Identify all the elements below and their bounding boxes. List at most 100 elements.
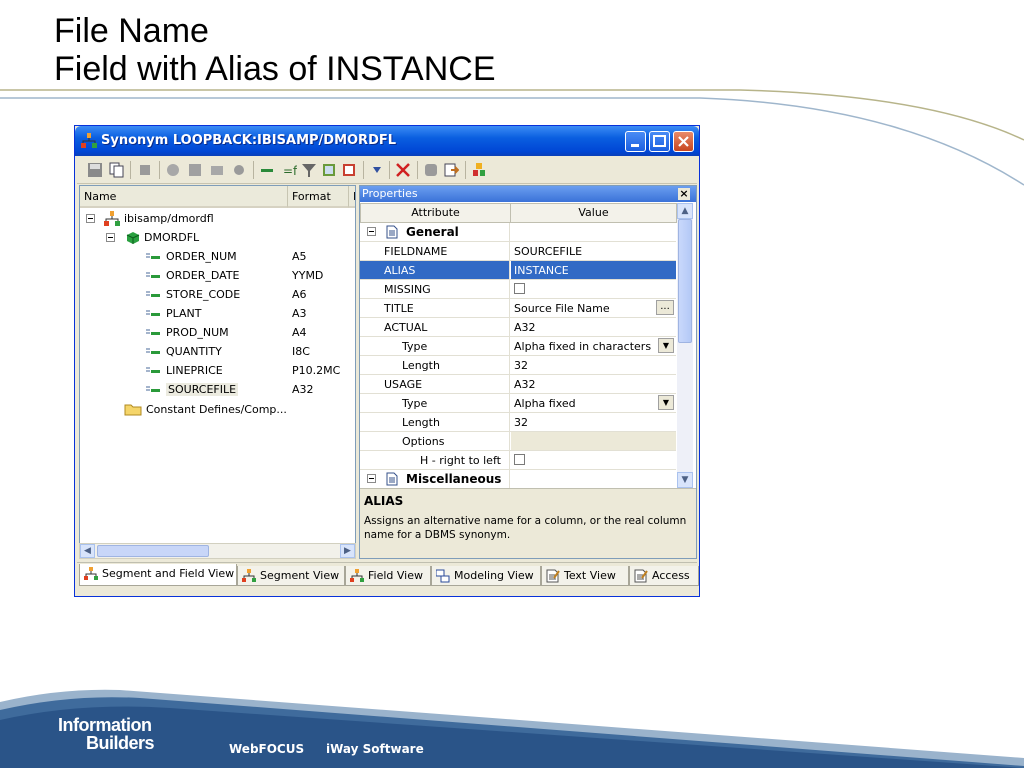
cluster-icon[interactable] [209, 162, 225, 178]
modeling-view-icon [436, 569, 450, 583]
checkbox[interactable] [514, 283, 525, 294]
property-row[interactable]: H - right to left [360, 451, 676, 470]
tree-field-row[interactable]: LINEPRICE P10.2MC [80, 361, 355, 380]
tab-label: Segment View [260, 569, 340, 582]
tree-field-row[interactable]: PLANT A3 [80, 304, 355, 323]
segment-icon[interactable] [137, 162, 153, 178]
property-row[interactable]: Type Alpha fixed in characters ▼ [360, 337, 676, 356]
tree-root[interactable]: ibisamp/dmordfl [80, 209, 355, 228]
stop-icon[interactable] [423, 162, 439, 178]
collapse-icon[interactable] [367, 474, 376, 483]
page-icon [386, 472, 398, 486]
property-row[interactable]: Type Alpha fixed ▼ [360, 394, 676, 413]
properties-close-button[interactable]: × [678, 188, 690, 200]
tree-field-row[interactable]: ORDER_NUM A5 [80, 247, 355, 266]
column-header-extra[interactable]: E [349, 186, 355, 208]
collapse-icon[interactable] [106, 233, 115, 242]
delete-icon[interactable] [395, 162, 411, 178]
dropdown-button[interactable]: ▼ [658, 395, 674, 410]
tree-field-row[interactable]: ORDER_DATE YYMD [80, 266, 355, 285]
collapse-icon[interactable] [367, 227, 376, 236]
tab-label: Field View [368, 569, 423, 582]
tab-segment-view[interactable]: Segment View [237, 566, 345, 586]
scroll-left-button[interactable]: ◀ [80, 544, 95, 558]
property-attribute: Type [402, 340, 428, 353]
tree-field-row[interactable]: PROD_NUM A4 [80, 323, 355, 342]
minimize-button[interactable] [625, 131, 646, 152]
properties-vertical-scrollbar[interactable]: ▲ ▼ [677, 203, 693, 488]
property-row[interactable]: FIELDNAME SOURCEFILE [360, 242, 676, 261]
tree-pane[interactable]: Name Format E ibisamp/dmordfl DMORDFL OR… [79, 185, 356, 559]
property-row[interactable]: Length 32 [360, 413, 676, 432]
tab-access[interactable]: Access [629, 566, 699, 586]
column-header-value[interactable]: Value [510, 203, 677, 223]
property-attribute: Length [402, 359, 440, 372]
property-description: ALIAS Assigns an alternative name for a … [360, 488, 696, 558]
cube-icon[interactable] [165, 162, 181, 178]
scroll-right-button[interactable]: ▶ [340, 544, 355, 558]
property-row[interactable]: Length 32 [360, 356, 676, 375]
property-attribute: TITLE [384, 302, 414, 315]
window-titlebar[interactable]: Synonym LOOPBACK:IBISAMP/DMORDFL [75, 126, 699, 156]
field-format: A4 [292, 326, 307, 339]
field-format: A5 [292, 250, 307, 263]
scroll-up-button[interactable]: ▲ [677, 203, 693, 219]
property-attribute: Length [402, 416, 440, 429]
dropdown-arrow-icon[interactable] [369, 162, 385, 178]
toolbar-separator [389, 161, 390, 179]
save-icon[interactable] [87, 162, 103, 178]
property-value: 32 [514, 416, 528, 429]
join-icon[interactable] [187, 162, 203, 178]
gear-icon[interactable] [231, 162, 247, 178]
property-attribute: H - right to left [420, 454, 501, 467]
property-row[interactable]: TITLE Source File Name... [360, 299, 676, 318]
close-button[interactable] [673, 131, 694, 152]
property-row[interactable]: ALIAS INSTANCE [360, 261, 676, 280]
scroll-thumb[interactable] [97, 545, 209, 557]
tree-segment[interactable]: DMORDFL [80, 228, 355, 247]
tab-modeling-view[interactable]: Modeling View [431, 566, 541, 586]
property-row[interactable]: General [360, 223, 676, 242]
column-header-format[interactable]: Format [288, 186, 349, 208]
property-attribute: MISSING [384, 283, 431, 296]
filter-icon[interactable] [301, 162, 317, 178]
property-row[interactable]: USAGE A32 [360, 375, 676, 394]
tree-field-row[interactable]: QUANTITY I8C [80, 342, 355, 361]
maximize-button[interactable] [649, 131, 670, 152]
dropdown-button[interactable]: ▼ [658, 338, 674, 353]
property-attribute: FIELDNAME [384, 245, 448, 258]
sample-data-icon[interactable] [471, 162, 487, 178]
toolbar-separator [130, 161, 131, 179]
tab-text-view[interactable]: Text View [541, 566, 629, 586]
synonym-app-icon [81, 133, 97, 148]
scroll-thumb[interactable] [678, 219, 692, 343]
tree-horizontal-scrollbar[interactable]: ◀ ▶ [79, 543, 356, 559]
scroll-down-button[interactable]: ▼ [677, 472, 693, 488]
collapse-icon[interactable] [86, 214, 95, 223]
tree-field-row[interactable]: STORE_CODE A6 [80, 285, 355, 304]
tab-segment-and-field-view[interactable]: Segment and Field View [79, 564, 237, 586]
property-row[interactable]: Miscellaneous [360, 470, 676, 489]
compute-icon[interactable]: =f [281, 162, 297, 178]
property-row[interactable]: Options [360, 432, 676, 451]
copy-icon[interactable] [109, 162, 125, 178]
list-icon[interactable] [341, 162, 357, 178]
field-icon[interactable] [259, 162, 275, 178]
property-value: A32 [514, 321, 536, 334]
ellipsis-button[interactable]: ... [656, 300, 674, 315]
segment-cube-icon [126, 232, 140, 244]
column-header-attribute[interactable]: Attribute [360, 203, 511, 223]
column-header-name[interactable]: Name [80, 186, 288, 208]
slide-title: File Name Field with Alias of INSTANCE [54, 12, 496, 88]
property-value: INSTANCE [514, 264, 569, 277]
export-icon[interactable] [443, 162, 459, 178]
table-icon[interactable] [321, 162, 337, 178]
property-row[interactable]: MISSING [360, 280, 676, 299]
checkbox[interactable] [514, 454, 525, 465]
tree-constants[interactable]: Constant Defines/Comp... [80, 400, 355, 419]
tree-field-row[interactable]: SOURCEFILE A32 [80, 380, 355, 399]
tab-field-view[interactable]: Field View [345, 566, 431, 586]
segment-field-view-icon [84, 567, 98, 580]
slide-title-line2: Field with Alias of INSTANCE [54, 50, 496, 88]
property-row[interactable]: ACTUAL A32 [360, 318, 676, 337]
